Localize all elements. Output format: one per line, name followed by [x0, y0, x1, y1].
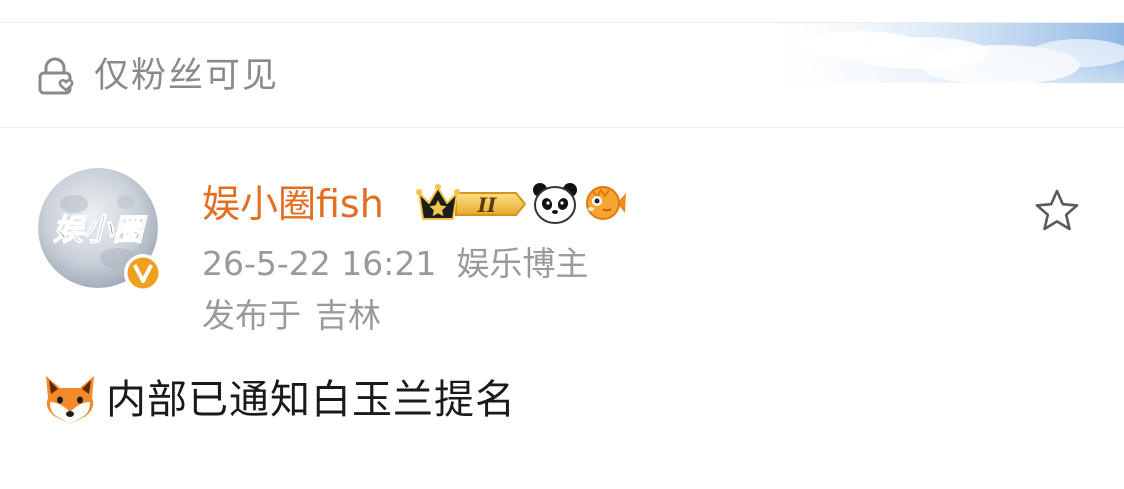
- avatar-text: 娱小圈: [53, 213, 148, 248]
- post-timestamp: 26-5-22 16:21: [202, 244, 437, 283]
- post-text: 内部已通知白玉兰提名: [106, 377, 516, 423]
- lock-heart-icon: [38, 57, 74, 95]
- crown-level-icon[interactable]: II: [416, 183, 528, 225]
- level-text: II: [477, 193, 497, 217]
- post-meta: 26-5-22 16:21 娱乐博主: [202, 242, 588, 286]
- post-content: 内部已通知白玉兰提名: [40, 370, 516, 430]
- verified-badge-icon: [124, 254, 162, 292]
- author-role: 娱乐博主: [456, 244, 589, 283]
- author-name[interactable]: 娱小圈fish: [202, 180, 384, 228]
- panda-icon: [533, 183, 577, 224]
- fox-icon: [46, 376, 94, 424]
- post-location: 发布于 吉林: [202, 294, 381, 338]
- visibility-bar: 仅粉丝可见: [0, 23, 1124, 127]
- favorite-star-icon[interactable]: [1032, 186, 1082, 236]
- fish-icon: [586, 186, 626, 220]
- visibility-label: 仅粉丝可见: [94, 56, 280, 96]
- sky-cloud-decoration: [760, 23, 1124, 127]
- section-divider: [0, 127, 1124, 128]
- location-name: 吉林: [315, 296, 381, 335]
- location-prefix: 发布于: [202, 296, 301, 335]
